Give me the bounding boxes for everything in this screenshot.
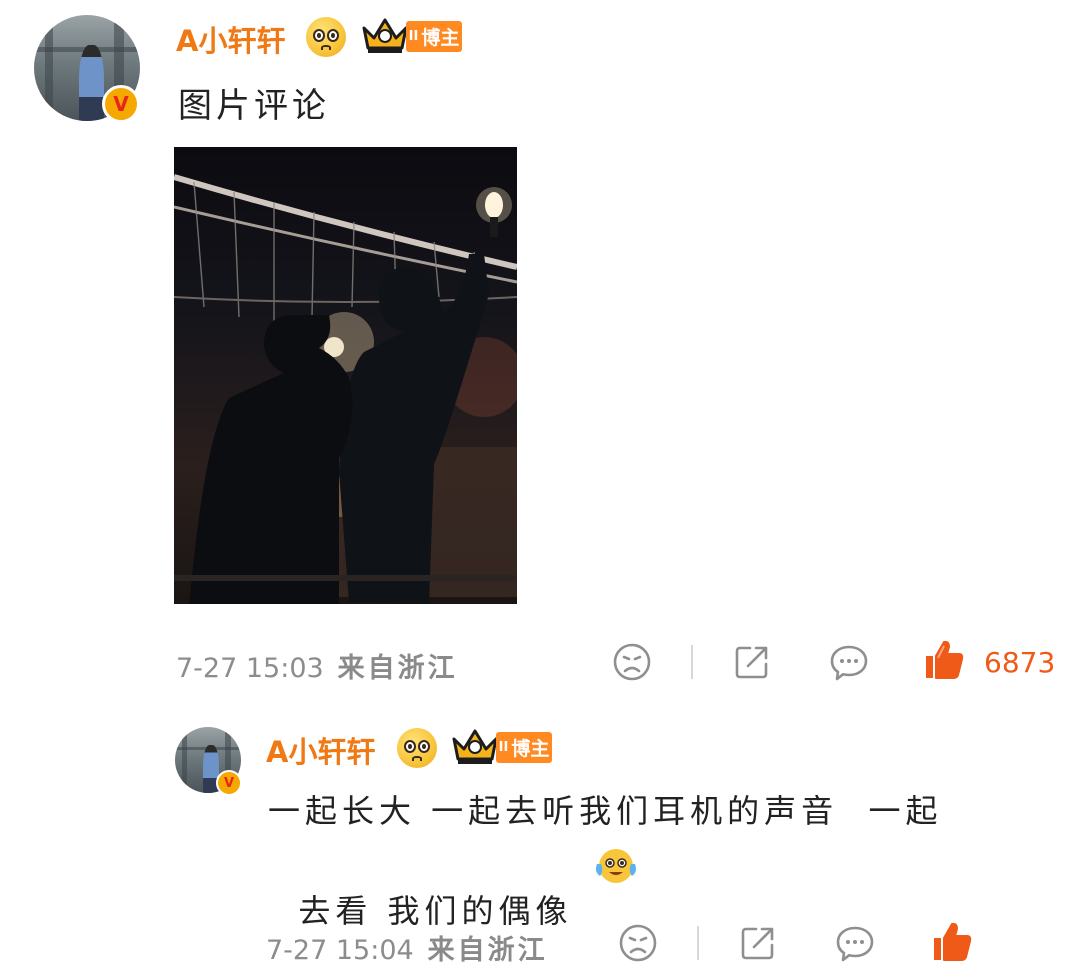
blogger-badge: II 博主 — [406, 21, 462, 52]
post-author-name[interactable]: A小轩轩 — [176, 18, 285, 60]
like-count: 6873 — [984, 646, 1056, 679]
post-meta: 7-27 15:03 来自浙江 — [176, 646, 458, 685]
thumbs-up-icon[interactable] — [922, 638, 966, 682]
verified-badge-icon: V — [102, 85, 140, 123]
pleading-face-icon — [397, 728, 437, 768]
reply-text-line-1: 一起长大 一起去听我们耳机的声音 一起 — [268, 792, 943, 830]
reply-meta: 7-27 15:04 来自浙江 — [266, 928, 548, 967]
reply-time: 7-27 15:04 — [266, 935, 414, 966]
crying-laughing-face-icon — [596, 849, 636, 883]
verified-badge-icon: V — [216, 770, 242, 796]
thumbs-up-icon[interactable] — [930, 920, 974, 964]
comment-icon[interactable] — [834, 923, 876, 965]
action-divider — [691, 645, 693, 679]
post-time: 7-27 15:03 — [176, 653, 324, 684]
reply-location: 来自浙江 — [427, 935, 548, 966]
blogger-badge: II 博主 — [496, 732, 552, 763]
sad-face-icon[interactable] — [612, 642, 652, 682]
reply-author-name[interactable]: A小轩轩 — [266, 729, 375, 771]
comment-icon[interactable] — [828, 642, 870, 684]
share-icon[interactable] — [732, 642, 772, 682]
post-avatar[interactable]: V — [34, 15, 140, 123]
share-icon[interactable] — [738, 923, 778, 963]
crown-icon — [452, 729, 498, 764]
reply-avatar[interactable]: V — [175, 727, 242, 796]
crown-icon — [362, 18, 408, 53]
pleading-face-icon — [306, 17, 346, 57]
post-text: 图片评论 — [178, 86, 330, 126]
reply-text-line-2: 去看 我们的偶像 — [298, 892, 573, 930]
comment-photo[interactable] — [174, 147, 517, 604]
post-location: 来自浙江 — [337, 653, 458, 684]
sad-face-icon[interactable] — [618, 923, 658, 963]
action-divider — [697, 926, 699, 960]
